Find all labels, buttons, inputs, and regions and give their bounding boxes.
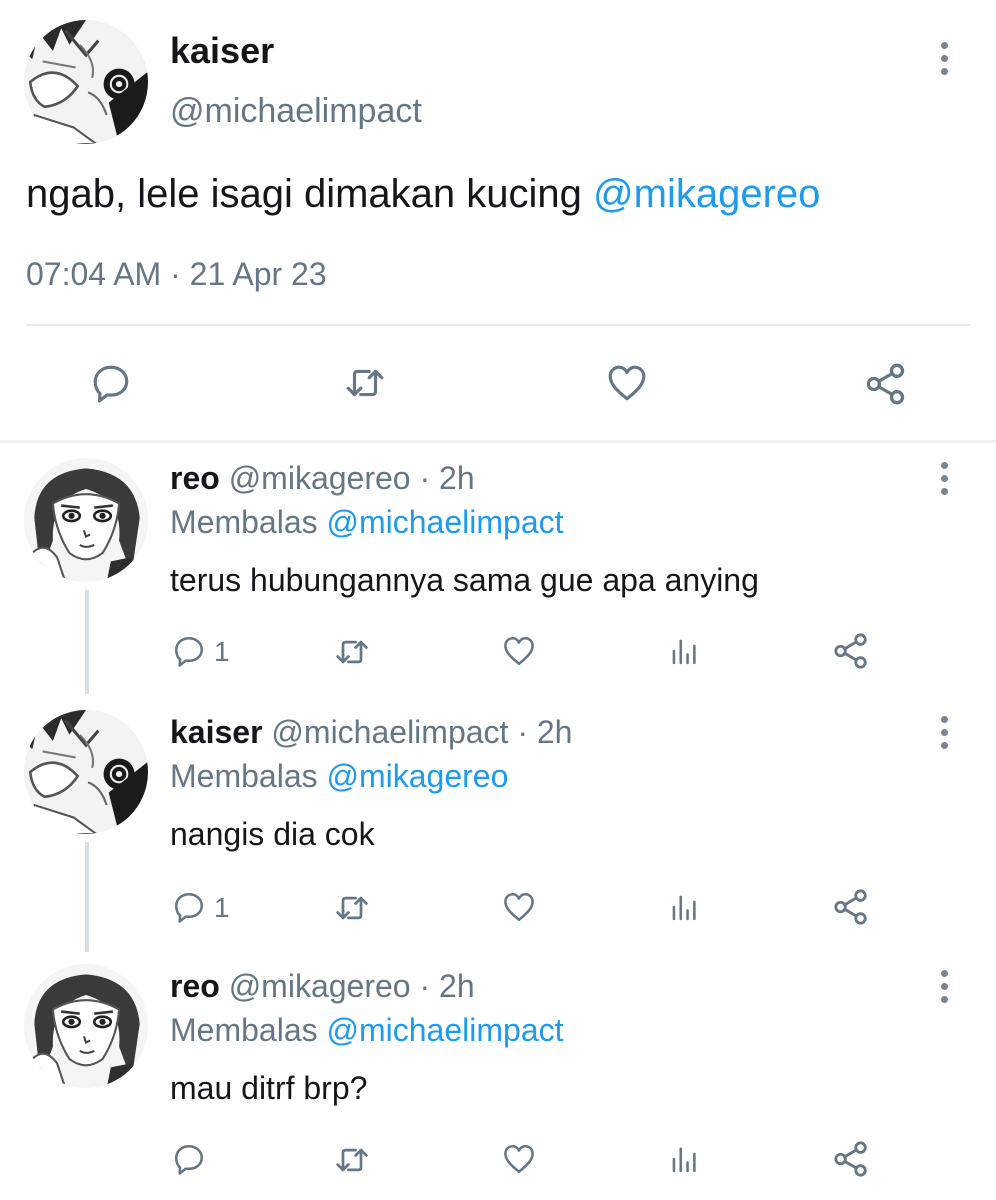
tweet-timestamp: 07:04 AM · 21 Apr 23 <box>26 256 327 293</box>
reply-count: 1 <box>214 892 230 923</box>
author-handle[interactable]: @michaelimpact <box>170 92 422 131</box>
reply-header: reo @mikagereo · 2h <box>170 968 475 1004</box>
author-handle[interactable]: @mikagereo <box>229 460 411 496</box>
author-name[interactable]: kaiser <box>170 30 274 72</box>
replying-to: Membalas @michaelimpact <box>170 504 564 541</box>
reply-text: terus hubungannya sama gue apa anying <box>170 562 759 598</box>
analytics-icon[interactable] <box>668 634 702 668</box>
author-name[interactable]: reo <box>170 460 220 496</box>
avatar[interactable] <box>24 710 148 834</box>
reply-age: 2h <box>536 714 573 750</box>
more-icon[interactable] <box>932 970 956 1010</box>
tweet-body: ngab, lele isagi dimakan kucing <box>26 172 594 216</box>
author-handle[interactable]: @mikagereo <box>229 968 411 1004</box>
avatar[interactable] <box>24 964 148 1088</box>
share-icon[interactable] <box>864 362 908 406</box>
replying-to-label: Membalas <box>170 504 327 540</box>
author-name[interactable]: reo <box>170 968 220 1004</box>
replying-to-label: Membalas <box>170 1012 327 1048</box>
analytics-icon[interactable] <box>668 890 702 924</box>
reply-text: nangis dia cok <box>170 816 375 852</box>
author-handle[interactable]: @michaelimpact <box>271 714 508 750</box>
analytics-icon[interactable] <box>668 1142 702 1176</box>
thread-line <box>85 842 89 952</box>
retweet-icon[interactable] <box>344 362 386 404</box>
mention-link[interactable]: @mikagereo <box>593 172 820 216</box>
reply-icon[interactable] <box>90 362 132 404</box>
reply-age: 2h <box>439 968 475 1004</box>
reply-icon[interactable] <box>172 890 206 924</box>
tweet-text: ngab, lele isagi dimakan kucing @mikager… <box>26 172 820 217</box>
replying-to-label: Membalas <box>170 758 327 794</box>
reply-text: mau ditrf brp? <box>170 1070 368 1106</box>
more-icon[interactable] <box>932 462 956 502</box>
replying-to: Membalas @michaelimpact <box>170 1012 564 1049</box>
tweet-date: 21 Apr 23 <box>189 256 327 292</box>
reply-count: 1 <box>214 636 230 667</box>
reply-icon[interactable] <box>172 634 206 668</box>
more-icon[interactable] <box>932 716 956 756</box>
like-icon[interactable] <box>500 890 538 924</box>
divider <box>26 324 970 326</box>
replying-to: Membalas @mikagereo <box>170 758 508 795</box>
like-icon[interactable] <box>604 362 650 404</box>
share-icon[interactable] <box>832 1140 870 1178</box>
mention-link[interactable]: @mikagereo <box>327 758 509 794</box>
retweet-icon[interactable] <box>334 1142 370 1178</box>
reply-header: kaiser @michaelimpact · 2h <box>170 714 573 750</box>
author-name[interactable]: kaiser <box>170 714 263 750</box>
more-icon[interactable] <box>932 42 956 82</box>
meta-separator: · <box>161 256 190 292</box>
like-icon[interactable] <box>500 1142 538 1176</box>
tweet-time: 07:04 AM <box>26 256 162 292</box>
avatar[interactable] <box>24 20 148 144</box>
share-icon[interactable] <box>832 888 870 926</box>
thread-line <box>85 590 89 694</box>
like-icon[interactable] <box>500 634 538 668</box>
retweet-icon[interactable] <box>334 890 370 926</box>
divider <box>0 440 996 443</box>
retweet-icon[interactable] <box>334 634 370 670</box>
mention-link[interactable]: @michaelimpact <box>327 504 564 540</box>
reply-age: 2h <box>439 460 475 496</box>
mention-link[interactable]: @michaelimpact <box>327 1012 564 1048</box>
share-icon[interactable] <box>832 632 870 670</box>
avatar[interactable] <box>24 458 148 582</box>
reply-header: reo @mikagereo · 2h <box>170 460 475 496</box>
reply-icon[interactable] <box>172 1142 206 1176</box>
